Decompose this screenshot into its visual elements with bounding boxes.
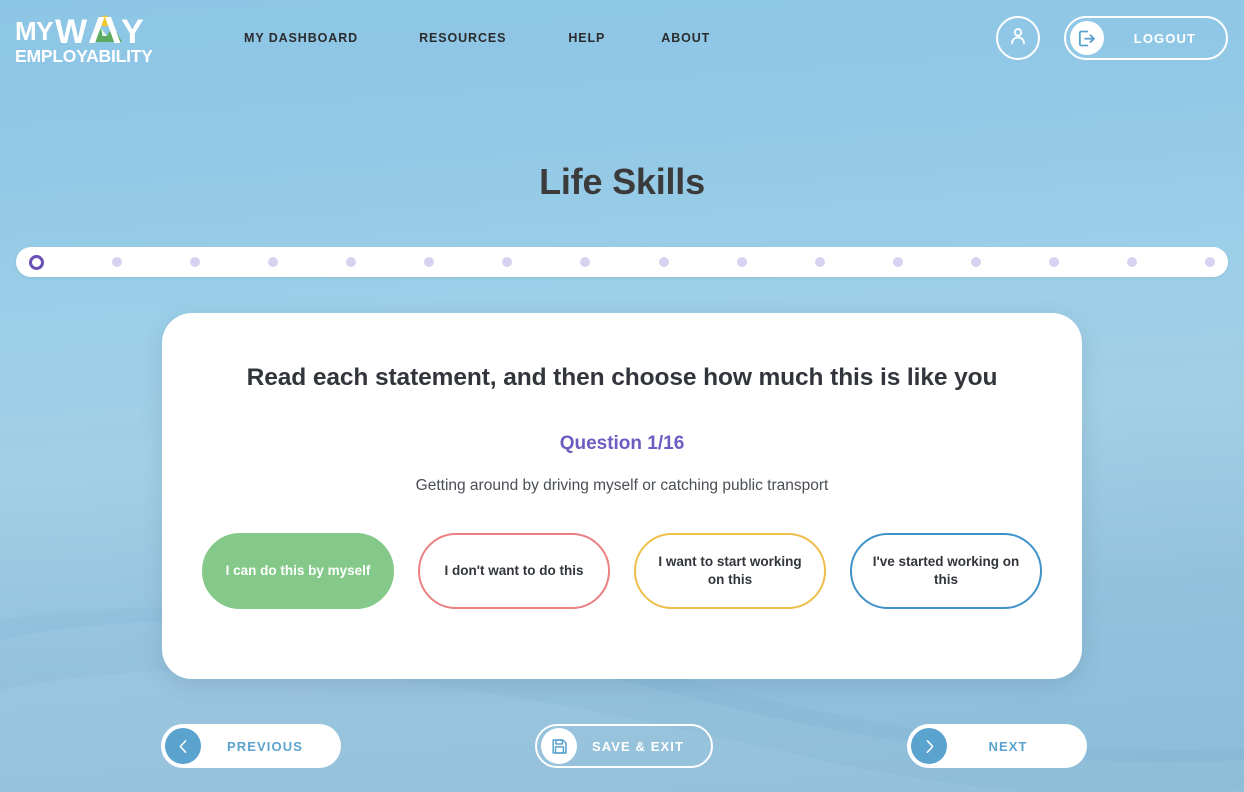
progress-dot[interactable]: [190, 257, 201, 267]
nav-resources[interactable]: RESOURCES: [419, 25, 506, 51]
answer-started-working[interactable]: I've started working on this: [850, 533, 1042, 609]
progress-dot[interactable]: [814, 257, 825, 267]
previous-button[interactable]: PREVIOUS: [161, 724, 341, 768]
progress-dot[interactable]: [112, 257, 123, 267]
page-title: Life Skills: [539, 161, 705, 202]
chevron-left-icon: [165, 728, 201, 764]
progress-dot-list: [16, 254, 1228, 270]
wizard-footer-navigation: PREVIOUS SAVE & EXIT NEXT: [0, 724, 1244, 768]
next-button[interactable]: NEXT: [907, 724, 1087, 768]
svg-text:EMPLOYABILITY: EMPLOYABILITY: [15, 46, 153, 66]
question-counter: Question 1/16: [559, 433, 685, 454]
progress-dot[interactable]: [1048, 257, 1059, 267]
nav-help[interactable]: HELP: [568, 25, 605, 51]
progress-dot[interactable]: [1204, 257, 1215, 267]
progress-dot-current[interactable]: [29, 254, 44, 270]
user-account-button[interactable]: [995, 16, 1040, 60]
previous-label: PREVIOUS: [227, 738, 303, 754]
card-heading: Read each statement, and then choose how…: [246, 364, 998, 391]
answer-label: I've started working on this: [872, 553, 1020, 587]
answer-label: I want to start working on this: [658, 553, 802, 587]
progress-dot[interactable]: [346, 257, 357, 267]
answer-dont-want-to-do[interactable]: I don't want to do this: [418, 533, 610, 609]
question-statement: Getting around by driving myself or catc…: [415, 477, 829, 494]
logout-label: LOGOUT: [1133, 30, 1196, 46]
progress-dot[interactable]: [424, 257, 435, 267]
next-label: NEXT: [988, 738, 1028, 754]
svg-text:MY: MY: [15, 16, 53, 46]
chevron-right-icon: [911, 728, 947, 764]
header-account-area: LOGOUT: [995, 16, 1228, 60]
brand-logo[interactable]: MY W Y EMPLOYABILITY: [14, 10, 166, 68]
progress-dot[interactable]: [970, 257, 981, 267]
progress-dot[interactable]: [736, 257, 747, 267]
nav-about[interactable]: ABOUT: [661, 25, 710, 51]
save-and-exit-label: SAVE & EXIT: [591, 738, 685, 754]
save-and-exit-button[interactable]: SAVE & EXIT: [535, 724, 713, 768]
progress-dot[interactable]: [892, 257, 903, 267]
nav-my-dashboard[interactable]: MY DASHBOARD: [244, 25, 358, 51]
progress-dot[interactable]: [502, 257, 513, 267]
answer-want-to-start-working[interactable]: I want to start working on this: [634, 533, 826, 609]
answer-options: I can do this by myself I don't want to d…: [202, 533, 1042, 609]
answer-label: I can do this by myself: [225, 562, 371, 578]
question-progress-bar[interactable]: [16, 247, 1228, 277]
progress-dot[interactable]: [580, 257, 591, 267]
user-icon: [1007, 25, 1029, 52]
progress-dot[interactable]: [1126, 257, 1137, 267]
answer-label: I don't want to do this: [444, 562, 584, 578]
logout-button[interactable]: LOGOUT: [1063, 16, 1228, 60]
progress-dot[interactable]: [658, 257, 669, 267]
site-header: MY W Y EMPLOYABILITY MY DASHBOARD RESOUR…: [0, 0, 1244, 76]
logout-arrow-icon: [1069, 21, 1104, 55]
answer-can-do-by-myself[interactable]: I can do this by myself: [202, 533, 394, 609]
mountain-sun-icon: [89, 15, 122, 43]
main-navigation: MY DASHBOARD RESOURCES HELP ABOUT: [244, 25, 710, 51]
question-card: Read each statement, and then choose how…: [162, 313, 1082, 679]
progress-dot[interactable]: [268, 257, 279, 267]
floppy-disk-icon: [541, 728, 577, 764]
